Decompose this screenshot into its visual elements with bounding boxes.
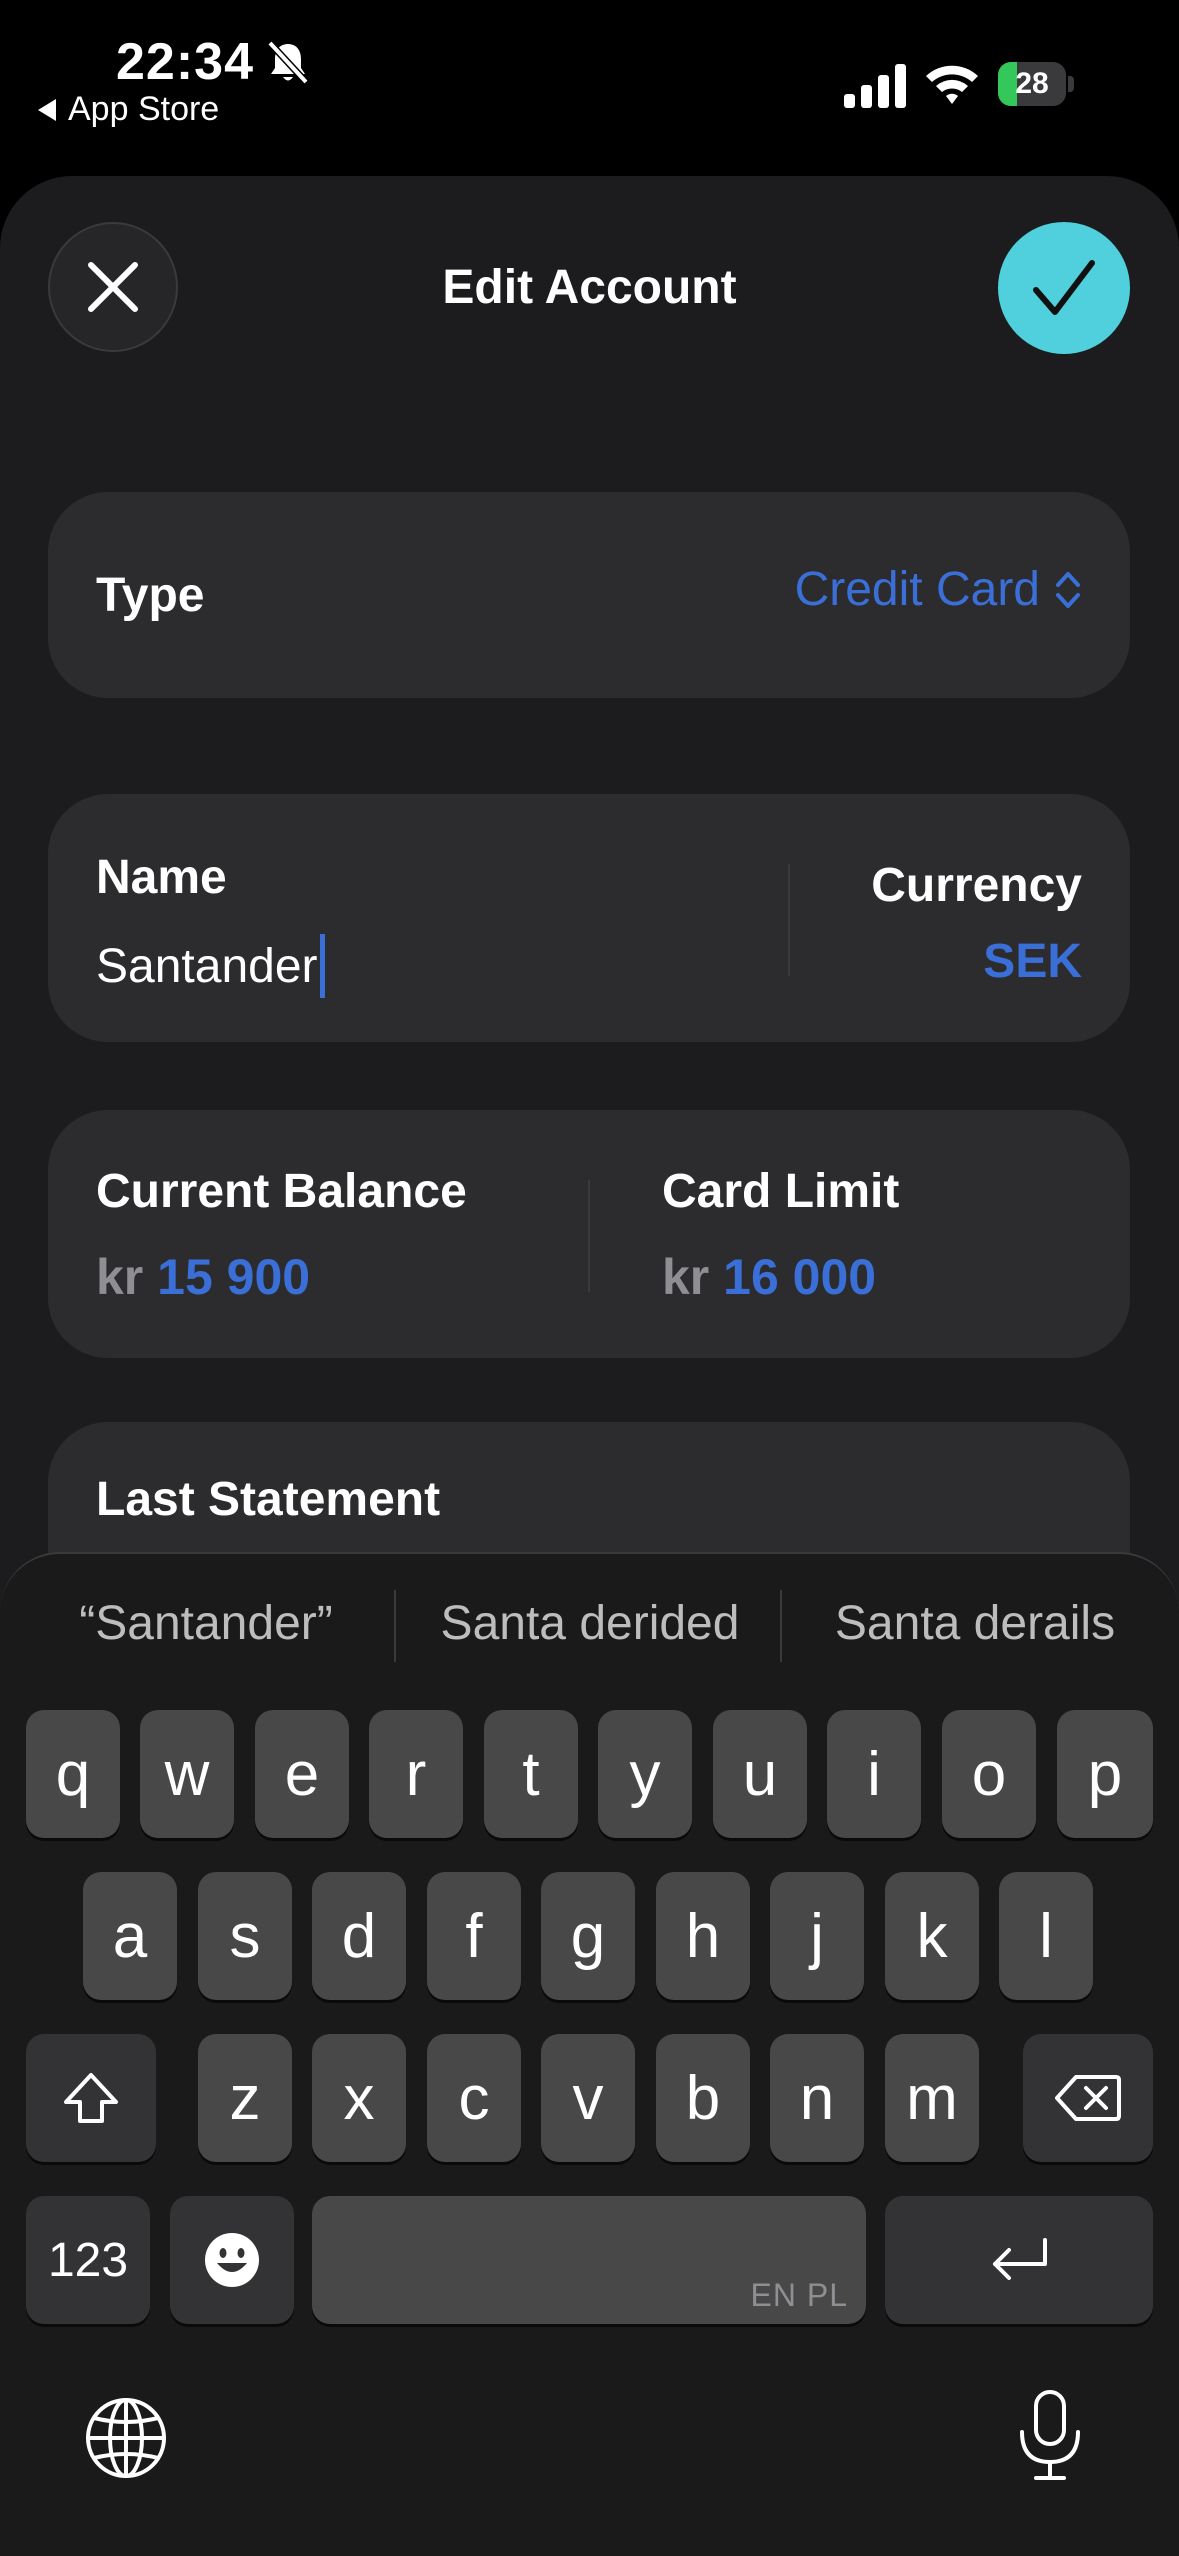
numbers-key[interactable]: 123 — [26, 2196, 150, 2324]
key-e[interactable]: e — [255, 1710, 349, 1838]
key-m[interactable]: m — [885, 2034, 979, 2162]
battery-indicator: 28 — [998, 62, 1074, 106]
last-statement-label: Last Statement — [96, 1473, 441, 1526]
key-u[interactable]: u — [713, 1710, 807, 1838]
current-balance-currency: kr — [96, 1249, 144, 1305]
battery-percentage: 28 — [1015, 67, 1049, 100]
key-q[interactable]: q — [26, 1710, 120, 1838]
delete-key[interactable] — [1023, 2034, 1153, 2162]
key-g[interactable]: g — [541, 1872, 635, 2000]
bell-slash-icon — [267, 40, 309, 85]
key-r[interactable]: r — [369, 1710, 463, 1838]
key-a[interactable]: a — [83, 1872, 177, 2000]
wifi-icon — [926, 65, 978, 104]
card-limit-label: Card Limit — [662, 1165, 900, 1218]
text-caret — [319, 934, 325, 998]
back-to-app-store[interactable]: App Store — [38, 90, 219, 129]
shift-icon — [64, 2073, 118, 2123]
return-icon — [993, 2238, 1047, 2280]
current-balance-value: 15 900 — [157, 1249, 311, 1305]
globe-icon[interactable] — [84, 2396, 168, 2480]
type-picker[interactable]: Credit Card — [795, 562, 1082, 617]
checkmark-icon — [1033, 260, 1095, 315]
current-balance-field[interactable]: kr 15 900 — [96, 1248, 310, 1306]
shift-key[interactable] — [26, 2034, 156, 2162]
currency-label: Currency — [871, 859, 1082, 912]
key-h[interactable]: h — [656, 1872, 750, 2000]
key-i[interactable]: i — [827, 1710, 921, 1838]
return-key[interactable] — [885, 2196, 1153, 2324]
divider — [788, 864, 790, 976]
cellular-signal-icon — [844, 64, 906, 108]
key-c[interactable]: c — [427, 2034, 521, 2162]
back-app-label: App Store — [68, 90, 220, 128]
key-z[interactable]: z — [198, 2034, 292, 2162]
type-label: Type — [96, 569, 205, 622]
key-d[interactable]: d — [312, 1872, 406, 2000]
save-button[interactable] — [998, 222, 1130, 354]
key-o[interactable]: o — [942, 1710, 1036, 1838]
name-input[interactable]: Santander — [96, 934, 325, 998]
card-limit-currency: kr — [662, 1249, 710, 1305]
microphone-icon[interactable] — [1014, 2388, 1086, 2484]
key-p[interactable]: p — [1057, 1710, 1153, 1838]
space-language-label: EN PL — [750, 2277, 848, 2313]
currency-picker[interactable]: SEK — [983, 934, 1082, 989]
divider — [780, 1590, 782, 1662]
keyboard: “Santander” Santa derided Santa derails … — [0, 1552, 1179, 2556]
type-value: Credit Card — [794, 563, 1040, 616]
balance-limit-row: Current Balance kr 15 900 Card Limit kr … — [48, 1110, 1130, 1358]
key-b[interactable]: b — [656, 2034, 750, 2162]
key-t[interactable]: t — [484, 1710, 578, 1838]
chevron-up-down-icon — [1056, 571, 1080, 608]
status-time: 22:34 — [116, 33, 254, 91]
suggestion-1[interactable]: “Santander” — [26, 1596, 386, 1651]
key-s[interactable]: s — [198, 1872, 292, 2000]
key-w[interactable]: w — [140, 1710, 234, 1838]
key-y[interactable]: y — [598, 1710, 692, 1838]
suggestion-2[interactable]: Santa derided — [404, 1596, 776, 1651]
space-key[interactable]: EN PL — [312, 2196, 866, 2324]
key-k[interactable]: k — [885, 1872, 979, 2000]
key-l[interactable]: l — [999, 1872, 1093, 2000]
divider — [394, 1590, 396, 1662]
name-currency-row: Name Santander Currency SEK — [48, 794, 1130, 1042]
emoji-icon — [205, 2233, 259, 2287]
back-triangle-icon — [38, 98, 56, 121]
card-limit-field[interactable]: kr 16 000 — [662, 1248, 876, 1306]
status-bar: 22:34 App Store 28 — [0, 0, 1179, 170]
type-row[interactable]: Type Credit Card — [48, 492, 1130, 698]
key-v[interactable]: v — [541, 2034, 635, 2162]
key-f[interactable]: f — [427, 1872, 521, 2000]
name-value: Santander — [96, 939, 318, 993]
current-balance-label: Current Balance — [96, 1165, 467, 1218]
key-j[interactable]: j — [770, 1872, 864, 2000]
name-label: Name — [96, 851, 227, 904]
key-x[interactable]: x — [312, 2034, 406, 2162]
suggestion-3[interactable]: Santa derails — [790, 1596, 1160, 1651]
key-n[interactable]: n — [770, 2034, 864, 2162]
emoji-key[interactable] — [170, 2196, 294, 2324]
divider — [588, 1180, 590, 1292]
card-limit-value: 16 000 — [723, 1249, 877, 1305]
delete-backspace-icon — [1055, 2075, 1121, 2121]
